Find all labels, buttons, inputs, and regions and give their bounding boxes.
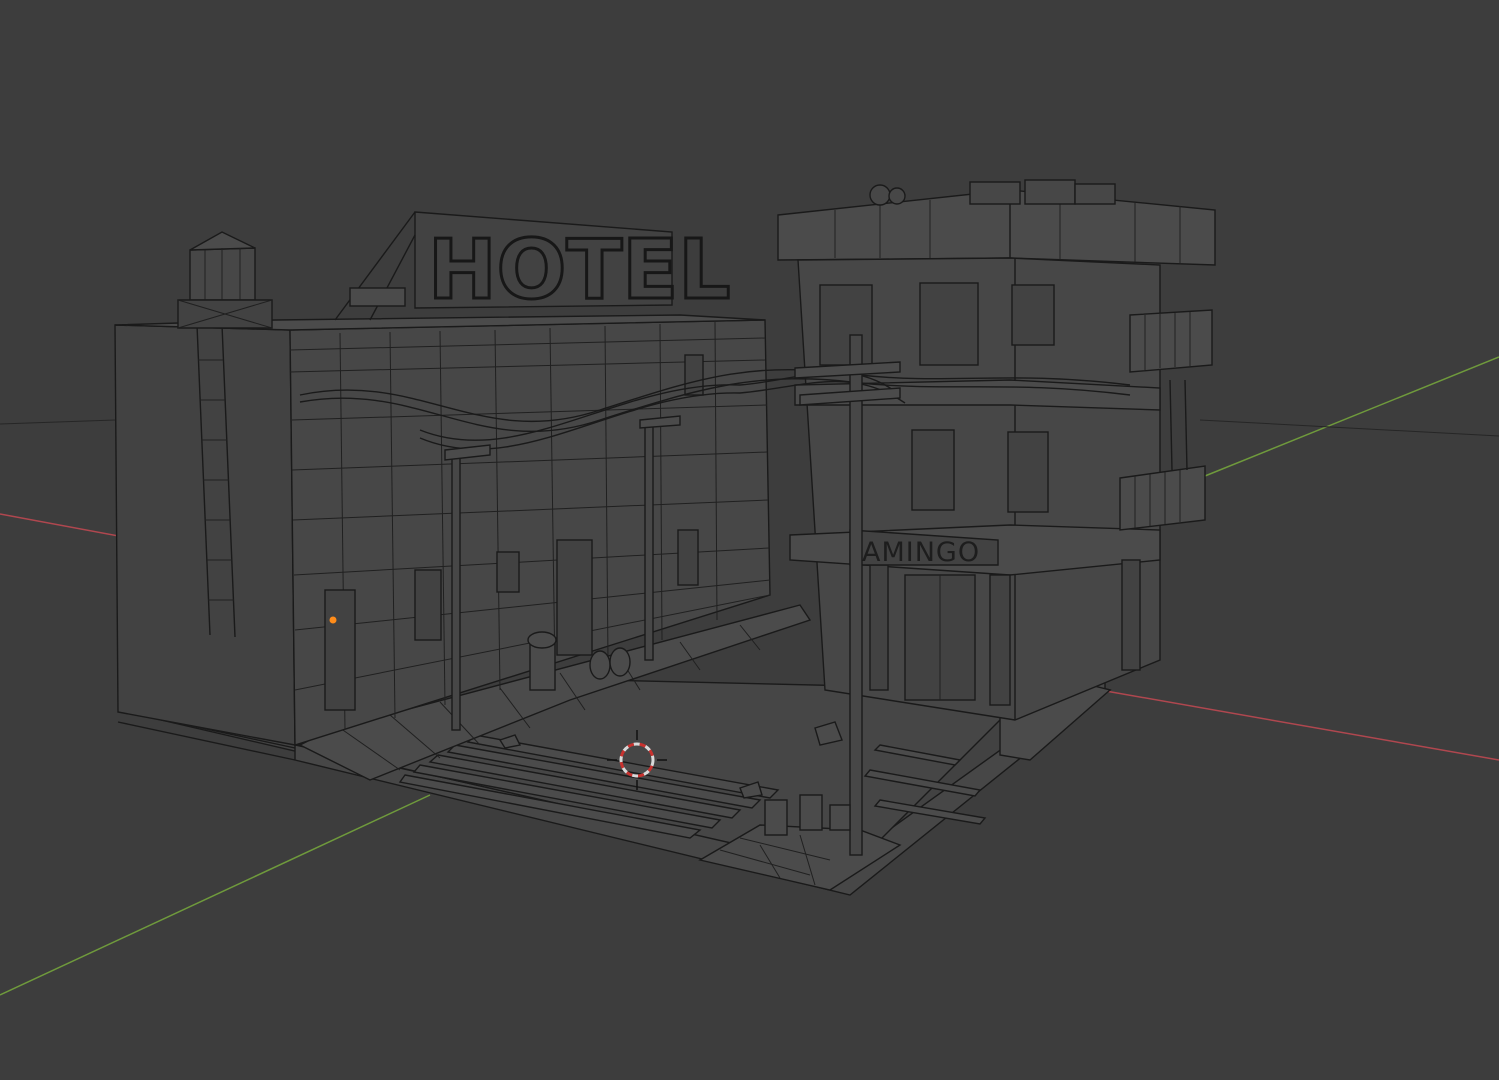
window bbox=[1007, 431, 1049, 513]
vent-grille bbox=[324, 589, 356, 711]
y-axis-line bbox=[1199, 356, 1499, 479]
balcony-upper bbox=[1129, 309, 1213, 373]
vent-grille bbox=[414, 569, 442, 641]
hotel-sign-text: HOTEL bbox=[428, 223, 731, 318]
vent-grille bbox=[496, 551, 520, 593]
object-origin-icon[interactable] bbox=[329, 616, 337, 624]
flamingo-building[interactable]: AMINGO bbox=[777, 179, 1216, 721]
vent-grille bbox=[1121, 559, 1141, 671]
balcony-lower bbox=[1119, 465, 1206, 531]
x-axis-line bbox=[1099, 689, 1499, 761]
storefront-column bbox=[989, 574, 1011, 706]
storefront-column bbox=[869, 564, 889, 691]
rooftop-ac-unit bbox=[1074, 183, 1116, 205]
grid-horizon bbox=[0, 419, 116, 425]
window bbox=[919, 282, 979, 366]
rooftop-fan bbox=[869, 184, 891, 206]
scene-wireframe[interactable]: HOTEL AMINGO bbox=[0, 0, 1499, 1080]
fire-hydrant bbox=[527, 631, 557, 691]
vent-grille bbox=[911, 429, 955, 511]
water-tower bbox=[177, 231, 273, 329]
rooftop-ac-unit bbox=[349, 287, 406, 307]
y-axis-line bbox=[0, 794, 431, 996]
vent-grille bbox=[1011, 284, 1055, 346]
vent-grille bbox=[677, 529, 699, 586]
hotel-door[interactable] bbox=[556, 539, 593, 656]
rooftop-ac-unit bbox=[1024, 179, 1076, 205]
grid-horizon bbox=[1199, 419, 1499, 437]
rooftop-ac-unit bbox=[969, 181, 1021, 205]
window bbox=[819, 284, 873, 366]
rooftop-fan bbox=[888, 187, 906, 205]
amingo-sign-text: AMINGO bbox=[862, 537, 980, 568]
3d-viewport[interactable]: HOTEL AMINGO bbox=[0, 0, 1499, 1080]
